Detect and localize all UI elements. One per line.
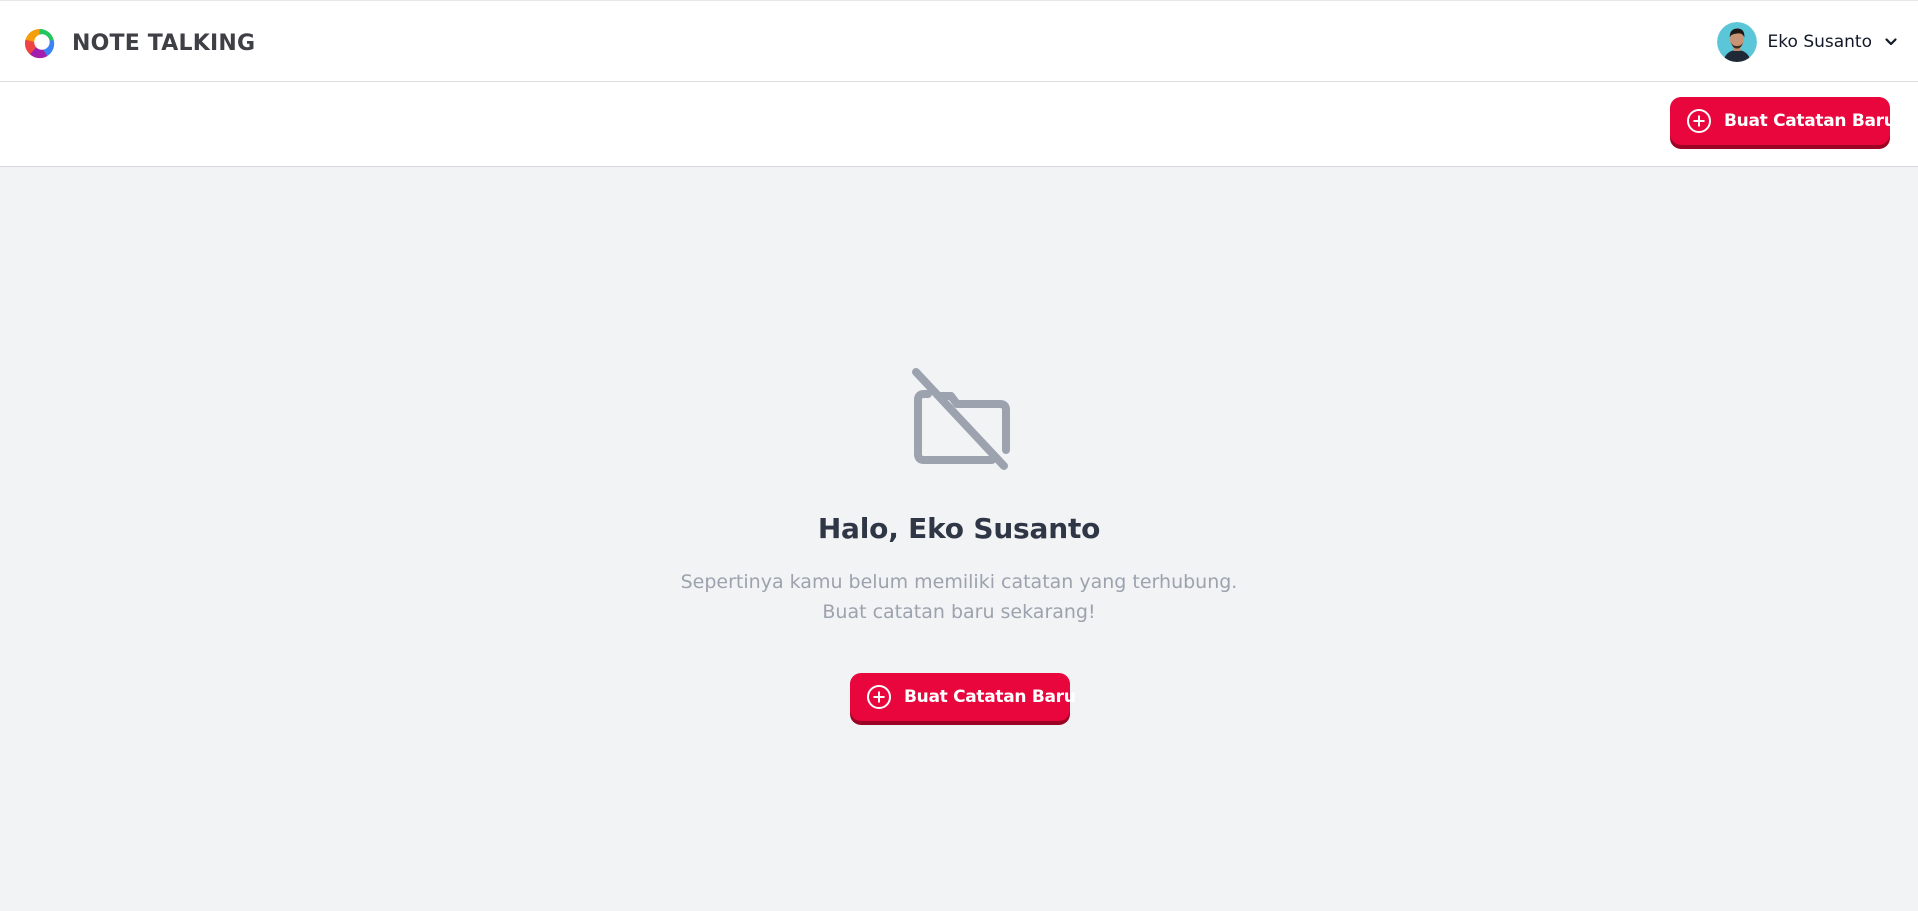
new-note-button[interactable]: Buat Catatan Baru — [1670, 97, 1896, 145]
user-name: Eko Susanto — [1767, 32, 1872, 52]
avatar — [1716, 22, 1757, 62]
empty-message-line-1: Sepertinya kamu belum memiliki catatan y… — [680, 571, 1238, 593]
empty-message: Sepertinya kamu belum memiliki catatan y… — [0, 567, 1918, 627]
brand-name: NOTE TALKING — [72, 30, 256, 56]
action-bar — [0, 82, 1918, 167]
folder-off-icon — [912, 368, 1010, 470]
app-logo-icon — [24, 28, 55, 58]
user-menu[interactable]: Eko Susanto — [1716, 22, 1898, 62]
top-navbar: NOTE TALKING Eko Susanto — [0, 0, 1918, 82]
plus-circle-icon — [1687, 109, 1711, 133]
create-note-cta-button[interactable]: Buat Catatan Baru — [850, 673, 1076, 721]
brand[interactable]: NOTE TALKING — [24, 27, 255, 59]
empty-state: Halo, Eko Susanto Sepertinya kamu belum … — [0, 364, 1918, 627]
empty-message-line-2: Buat catatan baru sekarang! — [822, 601, 1096, 623]
greeting-heading: Halo, Eko Susanto — [817, 512, 1101, 545]
plus-circle-icon — [867, 685, 891, 709]
chevron-down-icon[interactable] — [1884, 35, 1898, 49]
new-note-button-label: Buat Catatan Baru — [1724, 111, 1896, 131]
create-note-cta-label: Buat Catatan Baru — [904, 687, 1076, 707]
